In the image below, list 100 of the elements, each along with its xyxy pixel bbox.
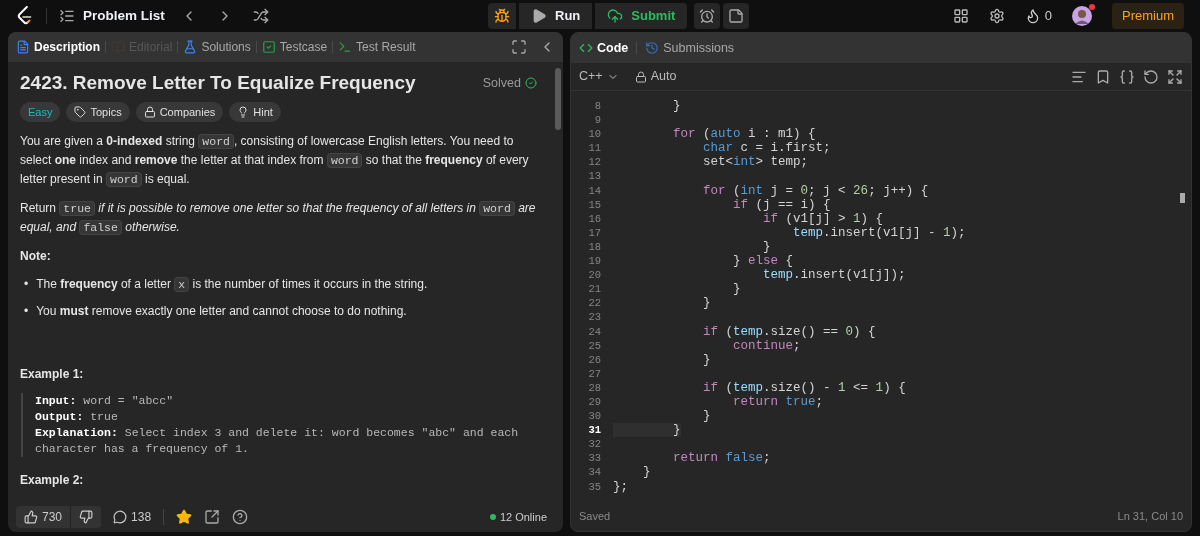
debug-button[interactable]	[488, 3, 516, 29]
code-line: }	[702, 296, 711, 311]
online-count: 12 Online	[499, 509, 547, 525]
line-number: 13	[587, 169, 601, 184]
lock-icon	[634, 70, 647, 83]
braces-icon[interactable]	[1119, 68, 1135, 85]
code-icon	[579, 41, 593, 55]
code-line: if (j == i) {	[732, 197, 831, 212]
example-line: Input: word = "abcc"	[35, 393, 175, 409]
cloud-upload-icon	[607, 8, 624, 24]
avatar[interactable]	[1072, 6, 1092, 26]
code-line: }	[672, 99, 681, 114]
panel-tab[interactable]: Description	[16, 38, 100, 56]
line-number: 33	[587, 451, 601, 466]
code-line: for (auto i : m1) {	[672, 127, 816, 142]
reset-icon[interactable]	[1143, 68, 1159, 85]
difficulty-badge: Easy	[20, 102, 61, 122]
description-paragraph: Return true if it is possible to remove one letter so that the frequency of all letters in word are equal, and false otherwise.	[20, 200, 537, 237]
note-heading: Note:	[20, 248, 52, 265]
help-icon[interactable]	[232, 509, 249, 525]
line-number: 14	[587, 183, 601, 198]
line-number: 18	[587, 239, 601, 255]
tag-chip[interactable]: Hint	[229, 102, 281, 122]
bullet: •	[24, 276, 29, 293]
panel-tab[interactable]: Solutions	[183, 38, 251, 56]
line-number: 26	[587, 352, 601, 367]
scrollbar[interactable]	[1180, 193, 1185, 203]
problem-title: 2423. Remove Letter To Equalize Frequency	[20, 74, 416, 92]
code-line: return true;	[732, 394, 824, 410]
code-line: temp.insert(v1[j] - 1);	[792, 225, 966, 240]
alarm-clock-icon	[699, 8, 716, 24]
code-line: } else {	[732, 254, 794, 269]
example-heading: Example 1:	[20, 366, 85, 383]
fullscreen-icon[interactable]	[511, 39, 527, 55]
editor-tab[interactable]: Code	[579, 38, 629, 58]
example-line: Explanation: Select index 3 and delete it: word becomes "abc" and each character has a frequency of 1.	[35, 425, 520, 457]
code-line: continue;	[732, 338, 801, 353]
timer-button[interactable]	[694, 3, 721, 29]
code-line: }	[762, 239, 771, 255]
bullet: •	[24, 303, 29, 320]
scrollbar[interactable]	[555, 68, 561, 130]
language-select[interactable]: C++	[579, 67, 619, 86]
line-number: 25	[587, 338, 601, 353]
editor-tab[interactable]: Submissions	[645, 38, 735, 58]
bookmark-icon[interactable]	[1095, 68, 1111, 85]
thumbs-up-icon	[24, 510, 38, 524]
line-number: 27	[587, 366, 601, 381]
expand-icon[interactable]	[1167, 68, 1183, 85]
streak-button[interactable]: 0	[1024, 6, 1052, 26]
list-icon	[59, 8, 75, 24]
line-number: 23	[587, 310, 601, 325]
note-icon	[728, 8, 745, 24]
line-number: 9	[593, 113, 601, 128]
code-line: char c = i.first;	[702, 141, 831, 156]
auto-mode-label: Auto	[650, 68, 677, 86]
lightbulb-icon	[237, 106, 250, 118]
lock-icon	[143, 106, 156, 118]
history-icon	[645, 41, 660, 55]
run-button[interactable]: Run	[519, 3, 593, 29]
flask-icon	[183, 40, 198, 54]
code-line: for (int j = 0; j < 26; j++) {	[702, 183, 929, 198]
line-number: 32	[587, 437, 601, 452]
notes-button[interactable]	[723, 3, 750, 29]
star-icon[interactable]	[176, 509, 193, 525]
code-line: if (temp.size() == 0) {	[702, 324, 876, 339]
line-number: 12	[587, 155, 601, 170]
line-number: 21	[587, 282, 601, 297]
tag-chip[interactable]: Companies	[135, 102, 224, 122]
save-status: Saved	[579, 508, 611, 524]
checkbox-icon	[261, 40, 276, 54]
tag-chip[interactable]: Topics	[66, 102, 130, 122]
line-number: 22	[587, 296, 601, 311]
line-number: 8	[593, 99, 601, 114]
note-item: You must remove exactly one letter and cannot choose to do nothing.	[36, 303, 407, 320]
comments-button[interactable]: 138	[113, 508, 152, 526]
submit-button[interactable]: Submit	[595, 3, 688, 29]
line-number: 29	[587, 394, 601, 410]
code-line: }	[702, 352, 711, 367]
logo-icon[interactable]	[16, 6, 34, 26]
code-line: }	[732, 282, 741, 297]
code-line: }	[702, 409, 711, 424]
shuffle-icon[interactable]	[252, 8, 269, 24]
line-number: 11	[587, 141, 601, 156]
problem-list-button[interactable]: Problem List	[59, 5, 165, 27]
panel-tab[interactable]: Test Result	[338, 38, 416, 56]
line-number: 34	[587, 465, 601, 480]
panel-tab[interactable]: Testcase	[261, 38, 328, 56]
line-number: 35	[587, 479, 601, 494]
terminal-icon	[338, 40, 353, 54]
line-number: 24	[587, 324, 601, 339]
cursor-position: Ln 31, Col 10	[1117, 508, 1183, 524]
thumbs-down-icon	[79, 510, 94, 524]
share-icon[interactable]	[204, 509, 221, 525]
code-line: };	[613, 479, 628, 494]
grid-icon[interactable]	[952, 8, 969, 24]
check-circle-icon	[525, 77, 537, 89]
code-line: set<int> temp;	[702, 155, 809, 170]
settings-icon[interactable]	[988, 8, 1005, 24]
line-number: 17	[587, 225, 601, 240]
premium-button[interactable]: Premium	[1112, 3, 1184, 29]
